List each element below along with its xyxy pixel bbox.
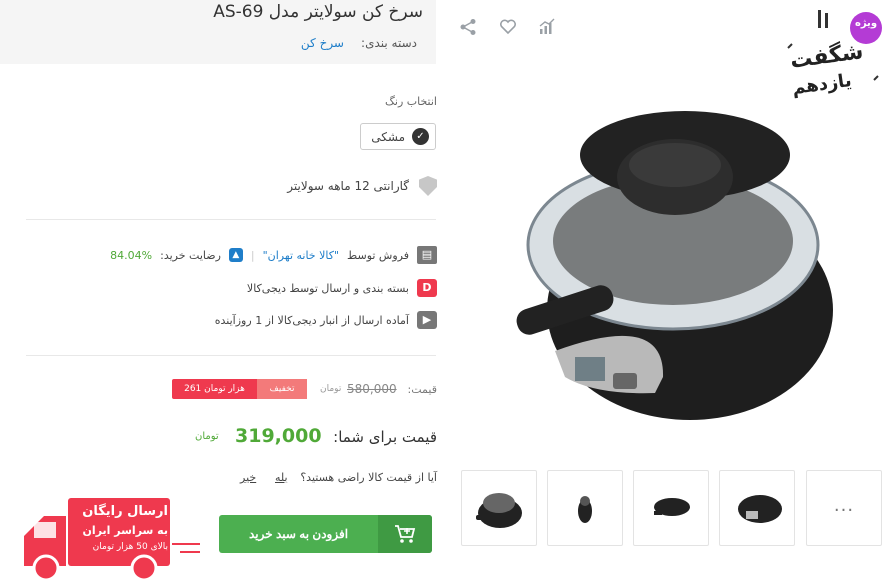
satisfaction-value: 84.04% — [110, 248, 153, 262]
warranty-row: گارانتی 12 ماهه سولایتر — [287, 176, 437, 196]
add-to-cart-icon — [378, 515, 432, 553]
feedback-no-link[interactable]: خیر — [240, 471, 256, 484]
old-price-unit: تومان — [320, 384, 342, 394]
discount-label: تخفیف — [257, 379, 307, 399]
seller-row: ▤ فروش توسط "کالا خانه تهران" | ▲ رضایت … — [110, 246, 437, 264]
price-feedback-question: آیا از قیمت کالا راضی هستید؟ — [300, 471, 437, 484]
category-link[interactable]: سرخ کن — [301, 36, 344, 50]
final-price-unit: تومان — [195, 431, 219, 442]
divider — [26, 355, 436, 356]
packaging-text: بسته بندی و ارسال توسط دیجی‌کالا — [246, 281, 409, 295]
store-icon: ▤ — [417, 246, 437, 264]
discount-value: 261 هزار تومان — [172, 379, 257, 399]
packaging-row: D بسته بندی و ارسال توسط دیجی‌کالا — [247, 279, 437, 297]
thumbnail-more[interactable]: ... — [806, 470, 882, 546]
free-shipping-line1: ارسال رایگان — [82, 504, 168, 519]
check-icon: ✓ — [412, 128, 429, 145]
digikala-logo: D — [417, 279, 437, 297]
free-shipping-line3: بالای 50 هزار تومان — [92, 542, 168, 552]
seller-link[interactable]: "کالا خانه تهران" — [263, 249, 339, 262]
final-price-label: قیمت برای شما: — [333, 428, 437, 446]
product-image[interactable] — [505, 95, 840, 425]
shipping-text: آماده ارسال از انبار دیجی‌کالا از 1 روزآ… — [214, 313, 409, 327]
shield-icon — [419, 176, 437, 196]
thumbnail-1[interactable] — [461, 470, 537, 546]
thumbnail-4[interactable] — [719, 470, 795, 546]
free-shipping-line2: به سراسر ایران — [82, 524, 168, 537]
heart-icon[interactable] — [498, 18, 518, 38]
promo-tag: ویژه — [854, 18, 878, 29]
chart-icon[interactable] — [537, 18, 557, 38]
product-title: سرخ کن سولایتر مدل AS-69 — [213, 2, 423, 22]
category-label: دسته بندی: — [361, 36, 417, 50]
price-label: قیمت: — [407, 383, 437, 396]
final-price: 319,000 — [235, 425, 322, 447]
add-to-cart-button[interactable]: افزودن به سبد خرید — [219, 515, 432, 553]
thumbnail-2[interactable] — [547, 470, 623, 546]
color-label: انتخاب رنگ — [385, 95, 437, 108]
truck-icon: ▶ — [417, 311, 437, 329]
color-name: مشکی — [371, 129, 405, 144]
thumbs-up-icon: ▲ — [228, 248, 243, 262]
feedback-yes-link[interactable]: بله — [275, 471, 288, 484]
seller-prefix: فروش توسط — [347, 248, 409, 262]
add-to-cart-label: افزودن به سبد خرید — [248, 527, 349, 541]
shipping-row: ▶ آماده ارسال از انبار دیجی‌کالا از 1 رو… — [215, 311, 437, 329]
warranty-text: گارانتی 12 ماهه سولایتر — [287, 179, 409, 193]
seller-separator: | — [250, 248, 255, 262]
share-icon[interactable] — [458, 18, 478, 38]
free-shipping-badge: ارسال رایگان به سراسر ایران بالای 50 هزا… — [22, 494, 202, 584]
divider — [26, 219, 436, 220]
old-price: 580,000 — [347, 382, 397, 396]
color-option-black[interactable]: ✓ مشکی — [360, 123, 436, 150]
thumbnail-3[interactable] — [633, 470, 709, 546]
satisfaction-label: رضایت خرید: — [160, 248, 221, 262]
